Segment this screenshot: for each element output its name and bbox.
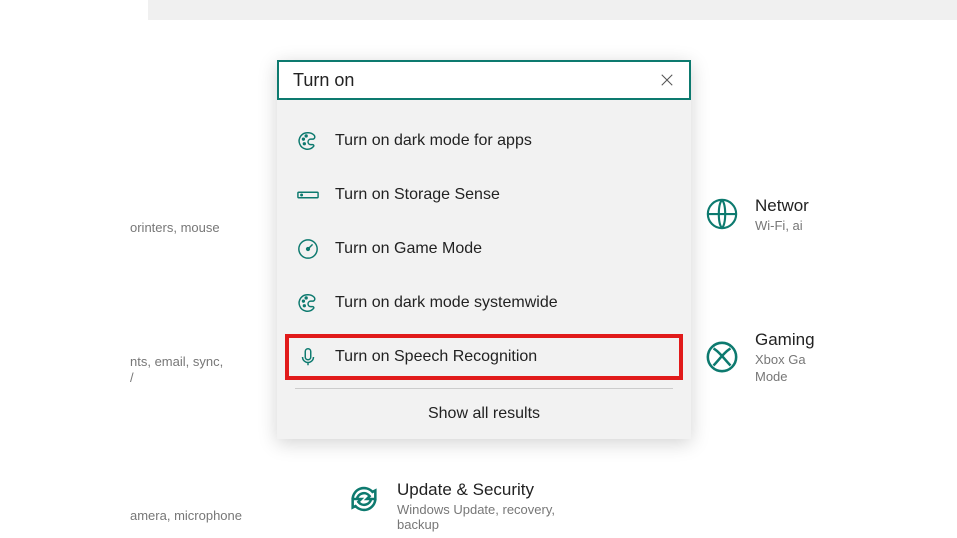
search-results-list: Turn on dark mode for apps Turn on Stora…: [277, 100, 691, 380]
search-result-storage-sense[interactable]: Turn on Storage Sense: [285, 172, 683, 218]
search-result-dark-mode-apps[interactable]: Turn on dark mode for apps: [285, 118, 683, 164]
window-top-bar: [148, 0, 957, 20]
gaming-subtitle-2: Mode: [755, 369, 815, 384]
update-title: Update & Security: [397, 480, 587, 500]
palette-icon: [295, 128, 321, 154]
accounts-subtitle-fragment: nts, email, sync,: [130, 354, 223, 369]
xbox-icon: [703, 338, 741, 376]
result-label: Turn on dark mode systemwide: [335, 294, 558, 312]
devices-subtitle-fragment: orinters, mouse: [130, 220, 220, 235]
result-label: Turn on Speech Recognition: [335, 348, 537, 366]
gaming-title: Gaming: [755, 330, 815, 350]
search-input[interactable]: [293, 70, 653, 91]
clear-search-button[interactable]: [653, 66, 681, 94]
search-box: [277, 60, 691, 100]
result-label: Turn on Game Mode: [335, 240, 482, 258]
gaming-subtitle-1: Xbox Ga: [755, 352, 815, 367]
search-result-game-mode[interactable]: Turn on Game Mode: [285, 226, 683, 272]
sync-icon: [345, 480, 383, 518]
settings-tile-network[interactable]: Networ Wi-Fi, ai: [703, 195, 809, 233]
search-dropdown: Turn on dark mode for apps Turn on Stora…: [277, 60, 691, 439]
update-subtitle: Windows Update, recovery, backup: [397, 502, 587, 532]
network-title: Networ: [755, 196, 809, 216]
result-label: Turn on dark mode for apps: [335, 132, 532, 150]
privacy-subtitle-fragment: amera, microphone: [130, 508, 242, 523]
show-all-results-button[interactable]: Show all results: [277, 389, 691, 439]
close-icon: [660, 73, 674, 87]
accounts-subtitle-fragment-2: /: [130, 370, 134, 385]
mic-icon: [295, 344, 321, 370]
settings-tile-gaming[interactable]: Gaming Xbox Ga Mode: [703, 330, 815, 384]
settings-tile-update[interactable]: Update & Security Windows Update, recove…: [345, 480, 587, 532]
gauge-icon: [295, 236, 321, 262]
palette-icon: [295, 290, 321, 316]
network-subtitle: Wi-Fi, ai: [755, 218, 809, 233]
globe-icon: [703, 195, 741, 233]
search-result-speech-recognition[interactable]: Turn on Speech Recognition: [285, 334, 683, 380]
search-result-dark-mode-systemwide[interactable]: Turn on dark mode systemwide: [285, 280, 683, 326]
result-label: Turn on Storage Sense: [335, 186, 500, 204]
storage-icon: [295, 182, 321, 208]
